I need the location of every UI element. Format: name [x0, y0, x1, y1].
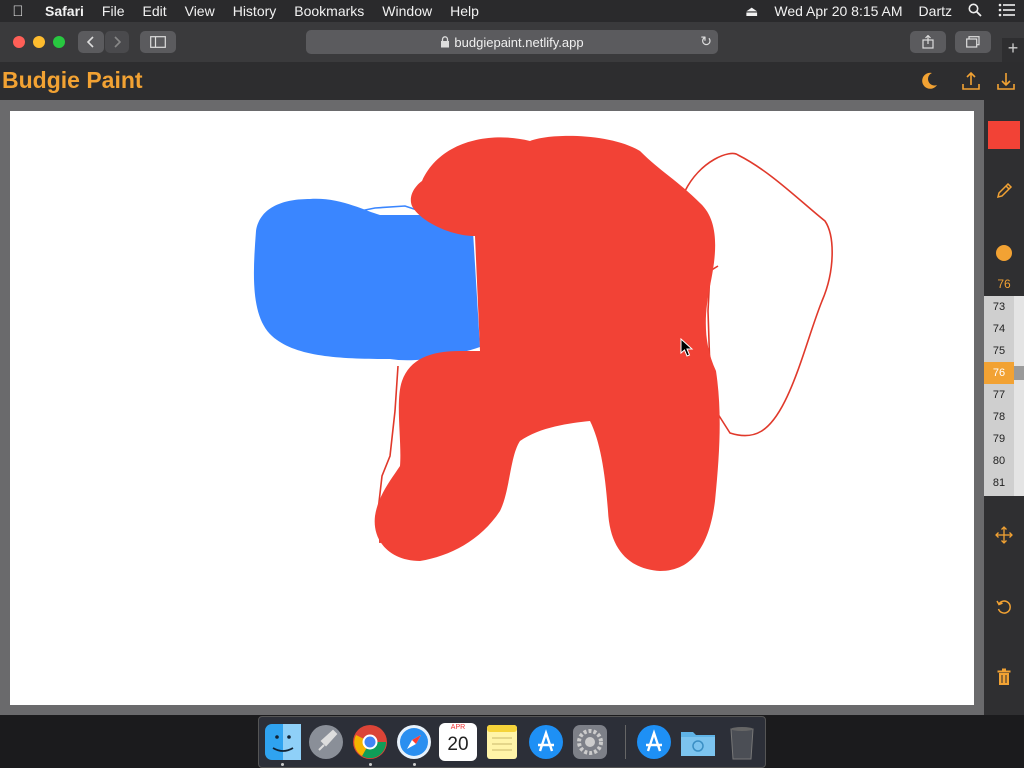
move-arrows-icon: [995, 526, 1013, 544]
menu-bookmarks[interactable]: Bookmarks: [285, 3, 373, 19]
chevron-right-icon: [114, 36, 122, 48]
size-option[interactable]: 81: [984, 472, 1014, 494]
running-indicator: [413, 763, 416, 766]
zoom-window-button[interactable]: [53, 36, 65, 48]
size-option[interactable]: 75: [984, 340, 1014, 362]
size-option[interactable]: 74: [984, 318, 1014, 340]
running-indicator: [281, 763, 284, 766]
pencil-tool-button[interactable]: [984, 180, 1024, 202]
calendar-app-icon[interactable]: APR 20: [439, 723, 477, 761]
menu-app-safari[interactable]: Safari: [36, 3, 93, 19]
clear-canvas-button[interactable]: [984, 666, 1024, 688]
brush-size-readout: 76: [997, 277, 1011, 291]
scrollbar-thumb[interactable]: [1014, 366, 1024, 380]
finder-icon[interactable]: [264, 723, 302, 761]
safari-compass-icon[interactable]: [395, 723, 433, 761]
downloads-folder-icon[interactable]: [679, 723, 717, 761]
eject-icon[interactable]: ⏏: [737, 3, 766, 20]
trash-icon: [997, 668, 1011, 685]
app-store-icon[interactable]: [527, 723, 565, 761]
running-indicator: [369, 763, 372, 766]
calendar-month: APR: [450, 724, 466, 731]
calendar-day: 20: [447, 734, 469, 755]
size-option[interactable]: 79: [984, 428, 1014, 450]
close-window-button[interactable]: [13, 36, 25, 48]
size-option-selected[interactable]: 76: [984, 362, 1014, 384]
app-header: Budgie Paint: [0, 62, 1024, 100]
size-list-scrollbar[interactable]: [1014, 296, 1024, 496]
address-bar[interactable]: budgiepaint.netlify.app ↻: [306, 30, 718, 54]
size-option[interactable]: 73: [984, 296, 1014, 318]
share-icon: [922, 35, 934, 49]
dock-divider: [625, 725, 626, 759]
dock: APR 20: [258, 716, 766, 768]
chevron-left-icon: [86, 36, 94, 48]
dark-mode-moon-icon[interactable]: [918, 70, 940, 92]
menu-history[interactable]: History: [224, 3, 286, 19]
move-tool-button[interactable]: [984, 524, 1024, 546]
menu-bar:  Safari File Edit View History Bookmark…: [0, 0, 1024, 22]
menu-file[interactable]: File: [93, 3, 134, 19]
tool-panel: 76 73 74 75 76 77 78 79 80 81: [984, 100, 1024, 715]
forward-button[interactable]: [105, 31, 129, 53]
minimize-window-button[interactable]: [33, 36, 45, 48]
trash-can-icon[interactable]: [723, 723, 761, 761]
mouse-pointer-icon: [680, 338, 694, 357]
pencil-icon: [996, 182, 1013, 199]
drawing-canvas[interactable]: [10, 111, 974, 705]
upload-icon[interactable]: [960, 70, 982, 92]
app-store-downloads-icon[interactable]: [635, 723, 673, 761]
brush-size-indicator[interactable]: [984, 243, 1024, 263]
menu-edit[interactable]: Edit: [133, 3, 175, 19]
painting: [253, 135, 833, 571]
menu-view[interactable]: View: [176, 3, 224, 19]
launchpad-rocket-icon[interactable]: [307, 723, 345, 761]
apple-menu-icon[interactable]: : [0, 3, 36, 20]
undo-button[interactable]: [984, 596, 1024, 618]
url-text: budgiepaint.netlify.app: [454, 34, 584, 50]
menubar-clock[interactable]: Wed Apr 20 8:15 AM: [766, 3, 910, 19]
notes-icon[interactable]: [483, 723, 521, 761]
size-option[interactable]: 80: [984, 450, 1014, 472]
rotate-ccw-icon: [996, 600, 1011, 614]
notification-center-icon[interactable]: [990, 3, 1024, 20]
system-preferences-gear-icon[interactable]: [571, 723, 609, 761]
sidebar-toggle-button[interactable]: [140, 31, 176, 53]
size-option[interactable]: 78: [984, 406, 1014, 428]
menu-window[interactable]: Window: [373, 3, 441, 19]
sidebar-icon: [150, 36, 166, 48]
chrome-icon[interactable]: [351, 723, 389, 761]
brush-dot-icon: [996, 245, 1012, 261]
tabs-icon: [966, 36, 980, 48]
brush-size-list[interactable]: 73 74 75 76 77 78 79 80 81: [984, 296, 1014, 496]
canvas-area: [0, 100, 984, 715]
download-icon[interactable]: [995, 70, 1017, 92]
back-button[interactable]: [78, 31, 104, 53]
app-title: Budgie Paint: [2, 67, 143, 93]
color-picker-swatch[interactable]: [988, 121, 1020, 149]
menubar-user[interactable]: Dartz: [911, 3, 960, 19]
reload-icon[interactable]: ↻: [700, 33, 712, 50]
spotlight-search-icon[interactable]: [960, 3, 990, 20]
size-option[interactable]: 77: [984, 384, 1014, 406]
lock-icon: [441, 36, 450, 48]
tabs-overview-button[interactable]: [955, 31, 991, 53]
share-button[interactable]: [910, 31, 946, 53]
menu-help[interactable]: Help: [441, 3, 488, 19]
new-tab-button[interactable]: +: [1002, 38, 1024, 62]
browser-toolbar: budgiepaint.netlify.app ↻ +: [0, 22, 1024, 63]
